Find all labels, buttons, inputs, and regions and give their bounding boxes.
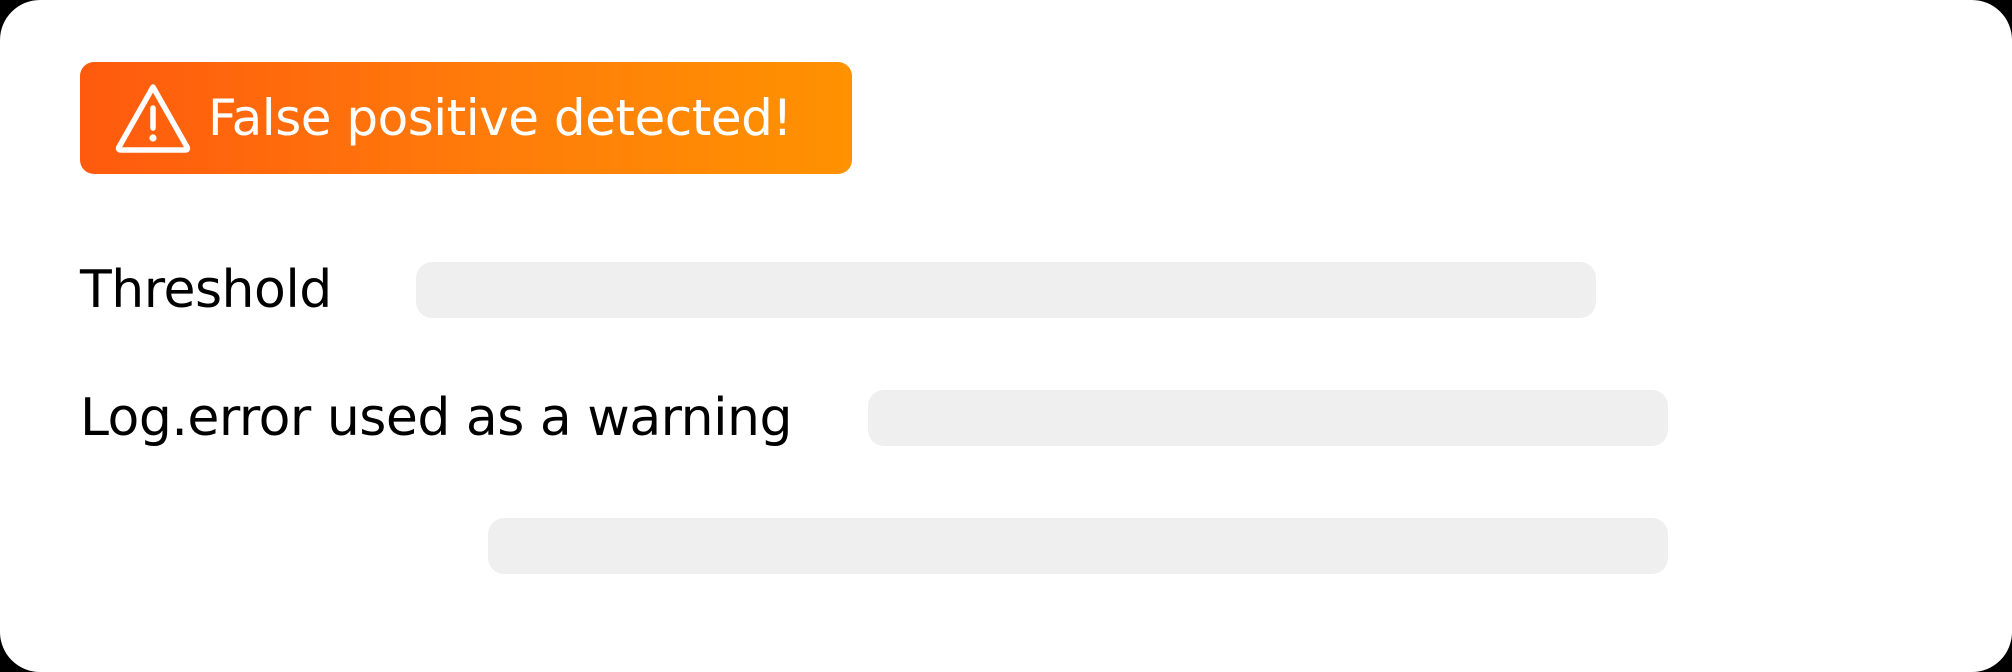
log-error-warning-placeholder-bar (868, 390, 1668, 446)
threshold-label: Threshold (80, 260, 332, 320)
extra-placeholder-bar (488, 518, 1668, 574)
false-positive-alert-banner: False positive detected! (80, 62, 852, 174)
alert-message: False positive detected! (208, 89, 792, 147)
log-error-warning-label: Log.error used as a warning (80, 388, 793, 448)
warning-triangle-icon (115, 84, 191, 153)
false-positive-card: False positive detected! Threshold Log.e… (0, 0, 2012, 672)
threshold-placeholder-bar (416, 262, 1596, 318)
